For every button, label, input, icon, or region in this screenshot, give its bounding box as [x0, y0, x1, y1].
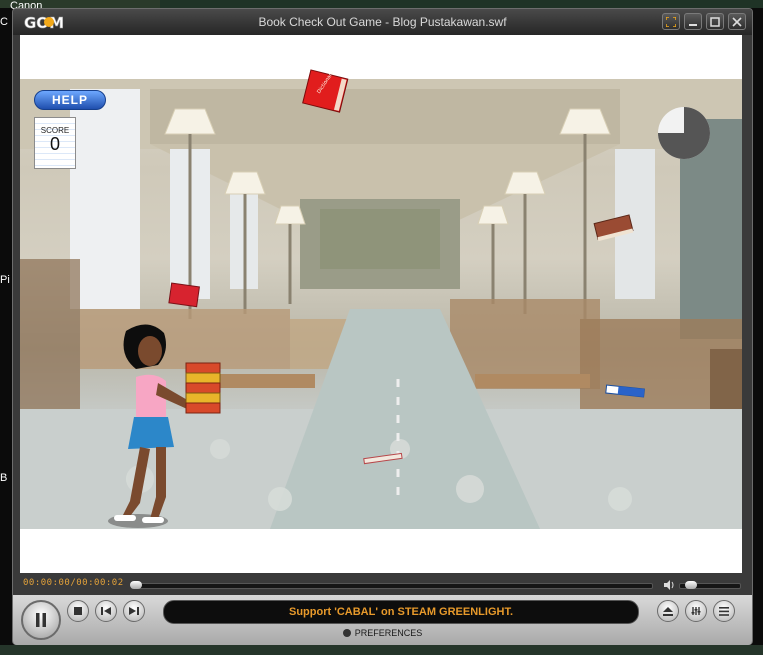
stop-button[interactable] — [67, 600, 89, 622]
eject-button[interactable] — [657, 600, 679, 622]
help-button[interactable]: HELP — [34, 90, 106, 110]
volume-icon[interactable] — [663, 579, 675, 591]
desktop-wallpaper — [160, 0, 763, 8]
falling-book-red-small[interactable] — [166, 281, 204, 311]
minimize-button[interactable] — [684, 13, 702, 30]
seek-handle[interactable] — [130, 581, 142, 589]
window-controls — [662, 13, 746, 30]
next-icon — [129, 607, 139, 615]
eject-icon — [663, 606, 673, 616]
timecode: 00:00:00/00:00:02 — [23, 578, 124, 588]
preferences-label: PREFERENCES — [354, 628, 423, 638]
title-bar[interactable]: GOM Book Check Out Game - Blog Pustakawa… — [13, 9, 752, 35]
pause-icon — [36, 613, 46, 627]
maximize-icon — [710, 16, 720, 27]
preferences-link[interactable]: PREFERENCES — [13, 628, 752, 638]
fullscreen-button[interactable] — [662, 13, 680, 30]
seek-bar[interactable] — [130, 581, 653, 589]
next-button[interactable] — [123, 600, 145, 622]
control-bar: Support 'CABAL' on STEAM GREENLIGHT. PRE… — [13, 595, 752, 645]
previous-button[interactable] — [95, 600, 117, 622]
timer-pie-icon — [658, 107, 710, 159]
window-title: Book Check Out Game - Blog Pustakawan.sw… — [258, 15, 507, 29]
volume-slider[interactable] — [679, 581, 741, 589]
score-value: 0 — [49, 134, 60, 154]
volume-handle[interactable] — [684, 581, 697, 589]
falling-book-brown[interactable] — [592, 213, 636, 245]
control-panel-button[interactable] — [685, 600, 707, 622]
falling-book-dictionary[interactable]: Dictionary — [300, 69, 350, 115]
player-character[interactable] — [96, 321, 226, 531]
minimize-icon — [689, 23, 697, 26]
gom-player-window: GOM Book Check Out Game - Blog Pustakawa… — [12, 8, 753, 645]
previous-icon — [101, 607, 111, 615]
score-card: SCORE 0 — [34, 117, 76, 169]
stop-icon — [74, 607, 82, 615]
desktop-label-pi: Pi — [0, 274, 10, 286]
close-button[interactable] — [728, 13, 746, 30]
fullscreen-icon — [666, 16, 676, 27]
desktop-label-c: C — [0, 16, 8, 28]
falling-book-blue[interactable] — [602, 381, 648, 403]
video-area[interactable]: HELP SCORE 0 Dictionary — [20, 35, 742, 573]
maximize-button[interactable] — [706, 13, 724, 30]
marquee-text[interactable]: Support 'CABAL' on STEAM GREENLIGHT. — [163, 600, 639, 624]
playlist-icon — [719, 606, 729, 616]
desktop-bottom — [0, 645, 763, 655]
playlist-button[interactable] — [713, 600, 735, 622]
equalizer-icon — [691, 607, 701, 615]
desktop-label-b: B — [0, 472, 8, 484]
seek-row: 00:00:00/00:00:02 — [13, 577, 752, 593]
falling-book-thin[interactable] — [360, 449, 406, 469]
preferences-icon — [342, 629, 351, 637]
close-icon — [732, 16, 742, 27]
